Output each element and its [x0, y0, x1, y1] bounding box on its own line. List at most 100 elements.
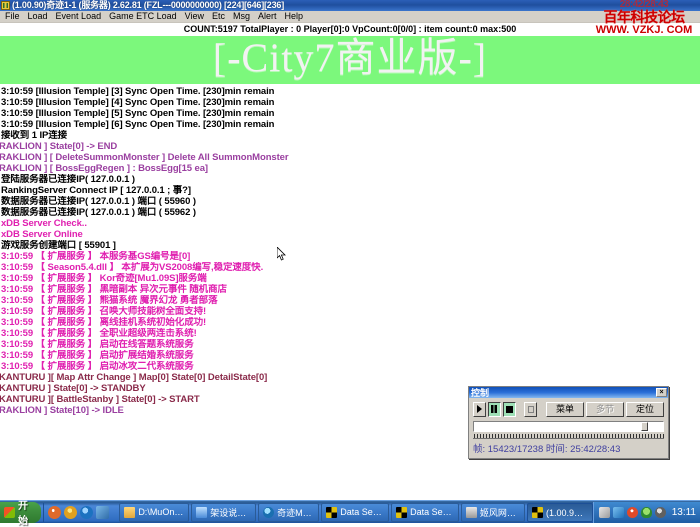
locate-button[interactable]: 定位	[626, 402, 664, 417]
windows-logo-icon	[4, 507, 15, 518]
stop-button[interactable]	[503, 402, 516, 417]
play-button[interactable]	[473, 402, 486, 417]
log-line: 3:10:59 [Illusion Temple] [6] Sync Open …	[0, 119, 700, 130]
menubar: File Load Event Load Game ETC Load View …	[0, 11, 700, 23]
taskbar-window-list: D:\MuOnline... 架设说明 - ... 奇迹Mu数... Data …	[119, 503, 592, 522]
log-line: KANTURU ][ Map Attr Change ] Map[0] Stat…	[0, 372, 700, 383]
log-line: 3:10:59 【 扩展服务 】 全职业超级两连击系统!	[0, 328, 700, 339]
log-line: xDB Server Check..	[0, 218, 700, 229]
log-line: 3:10:59 【 扩展服务 】 离线挂机系统初始化成功!	[0, 317, 700, 328]
qq-icon[interactable]	[48, 506, 61, 519]
playback-button-row: 菜单 多节 定位	[473, 401, 664, 417]
log-line: 数据服务器已连接IP( 127.0.0.1 ) 端口 ( 55960 )	[0, 196, 700, 207]
task-button[interactable]: Data Server...	[321, 503, 389, 522]
task-button-label: 奇迹Mu数...	[277, 506, 314, 519]
control-window-title: 控制	[471, 388, 656, 398]
task-button-label: D:\MuOnline...	[138, 507, 184, 517]
data-server-icon	[396, 507, 407, 518]
task-button[interactable]: 架设说明 - ...	[191, 503, 256, 522]
control-window-titlebar[interactable]: 控制 ×	[469, 387, 668, 398]
menu-item-load[interactable]: Load	[24, 11, 52, 22]
document-icon	[196, 507, 207, 518]
application-icon	[466, 507, 477, 518]
play-icon	[477, 405, 482, 413]
log-line: 接收到 1 IP连接	[0, 130, 700, 141]
log-line: 3:10:59 【 扩展服务 】 Kor奇迹[Mu1.09S]服务端	[0, 273, 700, 284]
log-line: 3:10:59 【 Season5.4.dll 】 本扩展为VS2008编写,稳…	[0, 262, 700, 273]
window-title: (1.00.90)奇迹1-1 (服务器) 2.62.81 (FZL---0000…	[12, 1, 284, 10]
playback-status-text: 帧: 15423/17238 时间: 25:42/28:43	[473, 441, 664, 455]
server-counters-line: COUNT:5197 TotalPlayer : 0 Player[0]:0 V…	[0, 23, 700, 35]
step-button[interactable]	[524, 402, 537, 417]
task-button-label: Data Server...	[410, 507, 454, 517]
menu-item-alert[interactable]: Alert	[254, 11, 281, 22]
task-button[interactable]: 奇迹Mu数...	[258, 503, 319, 522]
log-line: RAKLION ] [ BossEggRegen ] : BossEgg[15 …	[0, 163, 700, 174]
pause-button[interactable]	[488, 402, 501, 417]
close-icon[interactable]: ×	[656, 388, 667, 397]
step-forward-icon	[528, 406, 534, 413]
log-line: 3:10:59 【 扩展服务 】 启动扩展结婚系统服务	[0, 350, 700, 361]
menu-item-help[interactable]: Help	[281, 11, 308, 22]
menu-item-game-etc-load[interactable]: Game ETC Load	[105, 11, 181, 22]
playback-slider[interactable]	[473, 421, 664, 432]
misc-icon[interactable]	[96, 506, 109, 519]
ie-icon[interactable]	[80, 506, 93, 519]
log-line: 3:10:59 【 扩展服务 】 本服务基GS编号是[0]	[0, 251, 700, 262]
log-line: 3:10:59 【 扩展服务 】 启动在线答题系统服务	[0, 339, 700, 350]
menu-item-etc[interactable]: Etc	[208, 11, 229, 22]
server-application-window: (1.00.90)奇迹1-1 (服务器) 2.62.81 (FZL---0000…	[0, 0, 700, 500]
control-window-body: 菜单 多节 定位 帧: 15423/17238 时间: 25:42/28:43	[469, 398, 668, 455]
task-button[interactable]: 姬风网络Q...	[461, 503, 525, 522]
system-tray: 13:11	[593, 502, 700, 523]
log-line: 3:10:59 [Illusion Temple] [4] Sync Open …	[0, 97, 700, 108]
log-line: 游戏服务创建端口 [ 55901 ]	[0, 240, 700, 251]
data-server-icon	[326, 507, 337, 518]
log-line: 3:10:59 【 扩展服务 】 黑暗副本 异次元事件 随机商店	[0, 284, 700, 295]
clock[interactable]: 13:11	[672, 507, 696, 518]
window-titlebar[interactable]: (1.00.90)奇迹1-1 (服务器) 2.62.81 (FZL---0000…	[0, 0, 700, 11]
task-button[interactable]: D:\MuOnline...	[119, 503, 189, 522]
playback-control-window[interactable]: 控制 × 菜单 多节 定位	[468, 386, 669, 459]
task-button[interactable]: Data Server...	[391, 503, 459, 522]
log-line: xDB Server Online	[0, 229, 700, 240]
log-line: 3:10:59 【 扩展服务 】 熊猫系统 魔界幻龙 勇者部落	[0, 295, 700, 306]
game-server-icon	[532, 507, 543, 518]
task-button-label: 架设说明 - ...	[210, 506, 251, 519]
folder-icon	[124, 507, 135, 518]
menu-item-msg[interactable]: Msg	[229, 11, 254, 22]
server-banner: [-City7商业版-]	[0, 36, 700, 84]
slider-thumb[interactable]	[641, 422, 648, 431]
windows-taskbar: 开始 D:\MuOnline... 架设说明 - ... 奇迹Mu数... Da…	[0, 500, 700, 523]
menu-item-file[interactable]: File	[1, 11, 24, 22]
log-line: RAKLION ] [ DeleteSummonMonster ] Delete…	[0, 152, 700, 163]
log-line: 3:10:59 [Illusion Temple] [3] Sync Open …	[0, 86, 700, 97]
menu-button[interactable]: 菜单	[546, 402, 584, 417]
face-icon[interactable]	[64, 506, 77, 519]
shield-icon[interactable]	[641, 507, 652, 518]
menu-item-event-load[interactable]: Event Load	[52, 11, 106, 22]
log-line: RankingServer Connect IP [ 127.0.0.1 ; 事…	[0, 185, 700, 196]
stop-icon	[506, 406, 513, 413]
banner-title: [-City7商业版-]	[0, 36, 700, 82]
log-line: 数据服务器已连接IP( 127.0.0.1 ) 端口 ( 55962 )	[0, 207, 700, 218]
log-line: 登陆服务器已连接IP( 127.0.0.1 )	[0, 174, 700, 185]
browser-icon	[263, 507, 274, 518]
task-button-label: 姬风网络Q...	[480, 506, 520, 519]
quick-launch-bar	[43, 503, 113, 522]
log-line: 3:10:59 【 扩展服务 】 召唤大师技能树全面支持!	[0, 306, 700, 317]
task-button-label: Data Server...	[340, 507, 384, 517]
pause-icon	[491, 405, 497, 413]
log-line: 3:10:59 【 扩展服务 】 启动冰攻二代系统服务	[0, 361, 700, 372]
application-icon	[1, 1, 10, 10]
task-button-active[interactable]: (1.00.90)奇...	[527, 503, 593, 522]
network-icon[interactable]	[613, 507, 624, 518]
task-button-label: (1.00.90)奇...	[546, 506, 588, 519]
volume-icon[interactable]	[655, 507, 666, 518]
start-button[interactable]: 开始	[0, 502, 41, 523]
menu-item-view[interactable]: View	[181, 11, 208, 22]
qq-tray-icon[interactable]	[627, 507, 638, 518]
printer-icon[interactable]	[599, 507, 610, 518]
chapter-button: 多节	[586, 402, 624, 417]
slider-tick-marks	[473, 433, 664, 439]
